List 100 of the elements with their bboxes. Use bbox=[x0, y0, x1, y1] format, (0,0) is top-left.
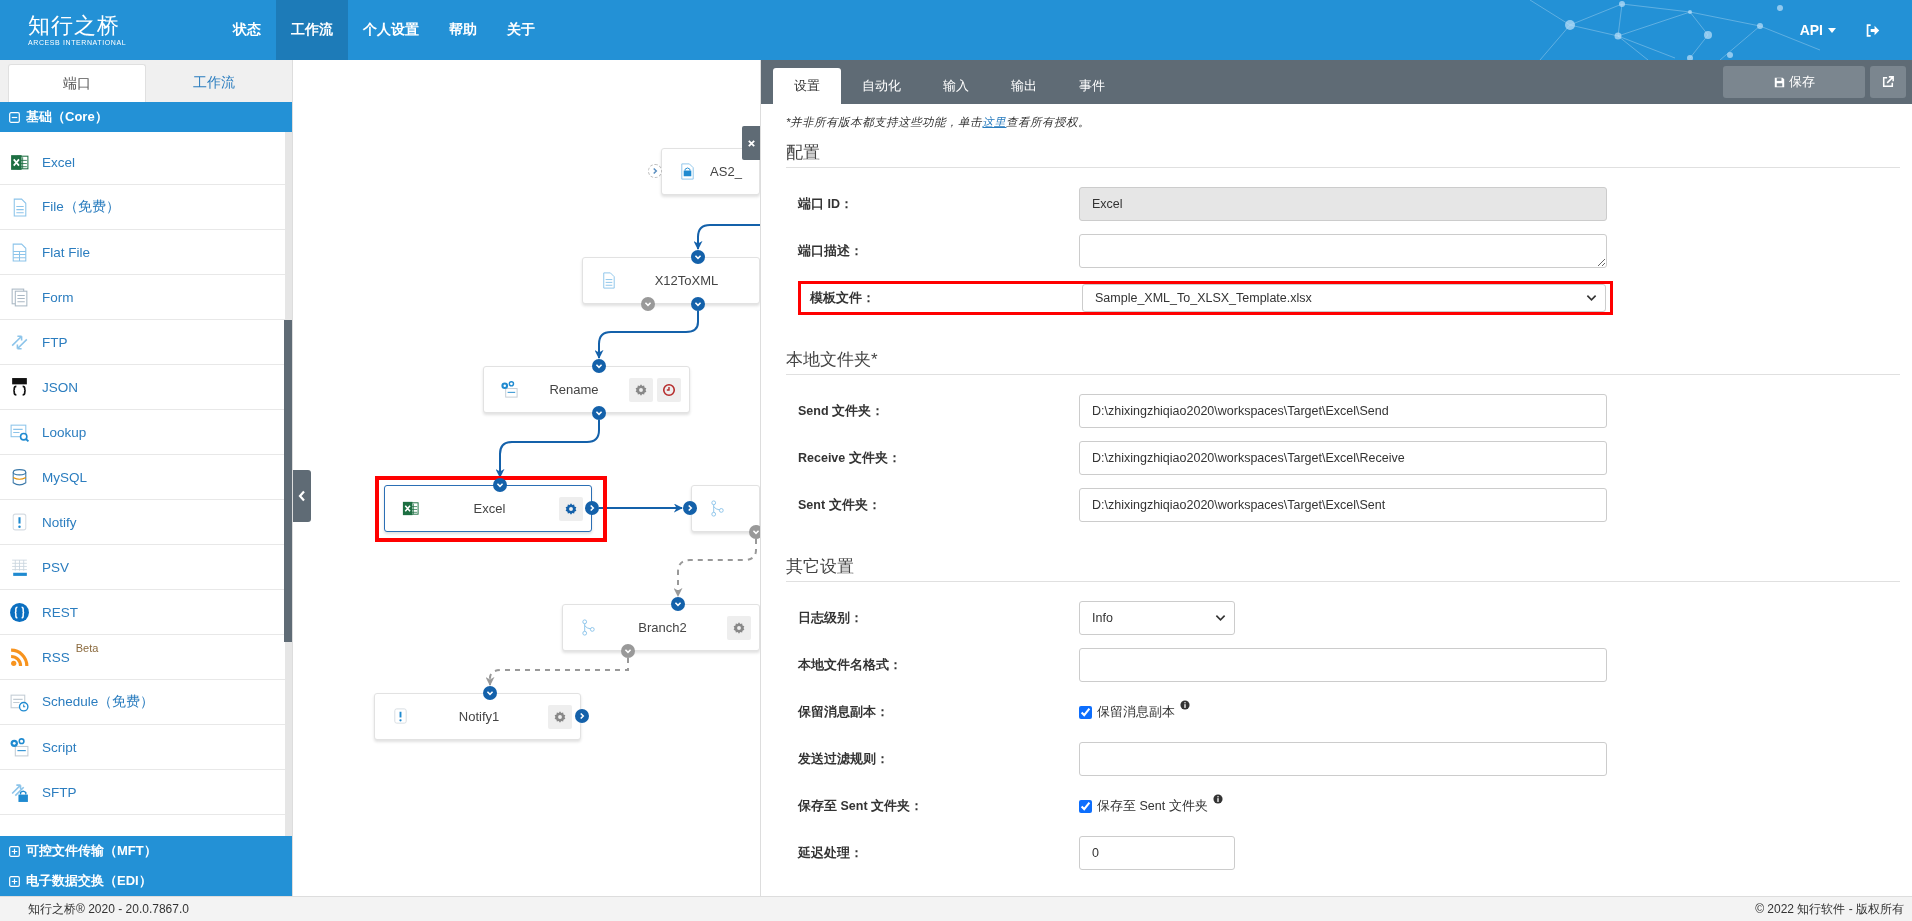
checkbox-label: 保留消息副本 bbox=[1097, 703, 1175, 721]
category-label: 电子数据交换（EDI） bbox=[26, 872, 152, 890]
section-heading: 其它设置 bbox=[786, 553, 1900, 582]
panel-tab[interactable]: 事件 bbox=[1058, 68, 1126, 104]
node-label: AS2_ bbox=[709, 164, 743, 179]
workflow-node[interactable]: X12ToXML bbox=[582, 257, 760, 304]
scrollbar-thumb[interactable] bbox=[284, 320, 292, 642]
dropdown-field[interactable]: Info bbox=[1079, 601, 1235, 635]
settings-button[interactable] bbox=[559, 496, 583, 521]
info-icon[interactable] bbox=[1180, 699, 1190, 710]
text-field[interactable]: D:\zhixingzhiqiao2020\workspaces\Target\Excel\Send bbox=[1079, 394, 1607, 428]
field-label: 延迟处理： bbox=[798, 844, 864, 862]
field-label: 模板文件： bbox=[810, 289, 876, 307]
close-icon bbox=[746, 138, 756, 148]
text-field[interactable]: D:\zhixingzhiqiao2020\workspaces\Target\Excel\Receive bbox=[1079, 441, 1607, 475]
settings-button[interactable] bbox=[629, 377, 653, 402]
copyright-text: © 2022 知行软件 - 版权所有 bbox=[1755, 900, 1904, 918]
forms-icon bbox=[9, 286, 30, 308]
nav-link[interactable]: 状态 bbox=[218, 0, 276, 60]
port-handle[interactable] bbox=[483, 686, 497, 700]
chevron-down-icon bbox=[1215, 614, 1226, 622]
port-handle[interactable] bbox=[621, 644, 635, 658]
field-label: 保存至 Sent 文件夹： bbox=[798, 797, 925, 815]
branch-icon bbox=[579, 618, 598, 637]
schedule-button[interactable] bbox=[657, 377, 681, 402]
license-note: *并非所有版本都支持这些功能，单击这里查看所有授权。 bbox=[786, 115, 1092, 130]
section-heading: 本地文件夹* bbox=[786, 346, 1900, 375]
sidebar-tab[interactable]: 工作流 bbox=[146, 64, 282, 102]
port-handle[interactable] bbox=[592, 406, 606, 420]
text-field[interactable]: D:\zhixingzhiqiao2020\workspaces\Target\Excel\Sent bbox=[1079, 488, 1607, 522]
gears-icon bbox=[9, 736, 30, 758]
workflow-node[interactable]: Notify1 bbox=[374, 693, 581, 740]
field-label: 发送过滤规则： bbox=[798, 750, 890, 768]
port-handle[interactable] bbox=[575, 709, 589, 723]
category-label: 可控文件传输（MFT） bbox=[26, 842, 157, 860]
text-field[interactable]: 0 bbox=[1079, 836, 1235, 870]
port-handle[interactable] bbox=[683, 501, 697, 515]
node-label: X12ToXML bbox=[653, 273, 720, 288]
settings-button[interactable] bbox=[548, 704, 572, 729]
gears-icon bbox=[500, 380, 519, 399]
gear-icon bbox=[553, 709, 567, 724]
port-handle[interactable] bbox=[585, 501, 599, 515]
category-header[interactable]: 可控文件传输（MFT） bbox=[0, 836, 292, 866]
node-label: Rename bbox=[548, 382, 600, 397]
panel-tab[interactable]: 输出 bbox=[990, 68, 1058, 104]
sidebar-tab[interactable]: 端口 bbox=[8, 64, 146, 102]
gear-icon bbox=[564, 501, 578, 516]
workflow-node[interactable]: Rename bbox=[483, 366, 690, 413]
api-menu[interactable]: API bbox=[1799, 22, 1836, 38]
info-icon[interactable] bbox=[1212, 793, 1223, 804]
category-header[interactable]: 电子数据交换（EDI） bbox=[0, 866, 292, 896]
port-handle[interactable] bbox=[641, 297, 655, 311]
field-label: Send 文件夹： bbox=[798, 402, 886, 420]
node-label: Branch2 bbox=[637, 620, 688, 635]
port-handle[interactable] bbox=[648, 164, 662, 178]
version-text: 知行之桥® 2020 - 20.0.7867.0 bbox=[28, 900, 189, 918]
panel-tab[interactable]: 设置 bbox=[773, 68, 841, 104]
category-label: 基础（Core） bbox=[26, 108, 108, 126]
settings-button[interactable] bbox=[727, 615, 751, 640]
collapse-sidebar-button[interactable] bbox=[293, 470, 311, 522]
port-handle[interactable] bbox=[691, 297, 705, 311]
nav-link[interactable]: 帮助 bbox=[434, 0, 492, 60]
chevron-left-icon bbox=[298, 490, 306, 502]
gear-icon bbox=[634, 382, 648, 397]
field-label: Receive 文件夹： bbox=[798, 449, 902, 467]
workflow-node[interactable]: AS2_ bbox=[661, 148, 760, 195]
nav-link[interactable]: 关于 bbox=[492, 0, 550, 60]
nav-link[interactable]: 个人设置 bbox=[348, 0, 434, 60]
node-label: Excel bbox=[472, 501, 507, 516]
workflow-node[interactable]: Excel bbox=[384, 485, 592, 532]
close-button[interactable] bbox=[742, 126, 760, 160]
text-field[interactable] bbox=[1079, 742, 1607, 776]
branch-icon bbox=[708, 499, 727, 518]
port-handle[interactable] bbox=[592, 359, 606, 373]
panel-tab[interactable]: 自动化 bbox=[841, 68, 922, 104]
open-external-button[interactable] bbox=[1870, 66, 1906, 98]
lock-document-icon bbox=[678, 162, 697, 181]
logout-icon[interactable] bbox=[1866, 23, 1880, 37]
braces-circle-icon bbox=[9, 601, 30, 623]
port-handle[interactable] bbox=[493, 478, 507, 492]
checkbox[interactable] bbox=[1079, 799, 1092, 813]
checkbox[interactable] bbox=[1079, 705, 1092, 719]
lock-transfer-icon bbox=[9, 781, 30, 803]
workflow-node[interactable] bbox=[691, 485, 760, 532]
panel-tab[interactable]: 输入 bbox=[922, 68, 990, 104]
chevron-down-icon bbox=[1586, 294, 1597, 302]
dropdown-field[interactable]: Sample_XML_To_XLSX_Template.xlsx bbox=[1082, 284, 1606, 312]
braces-icon bbox=[9, 376, 30, 398]
node-label: Notify1 bbox=[457, 709, 501, 724]
gear-icon bbox=[732, 620, 746, 635]
category-header[interactable]: 基础（Core） bbox=[0, 102, 292, 132]
port-handle[interactable] bbox=[671, 597, 685, 611]
text-field[interactable] bbox=[1079, 648, 1607, 682]
workflow-node[interactable]: Branch2 bbox=[562, 604, 760, 651]
nav-link[interactable]: 工作流 bbox=[276, 0, 348, 60]
port-handle[interactable] bbox=[691, 250, 705, 264]
license-link[interactable]: 这里 bbox=[982, 116, 1007, 128]
connector-arrow bbox=[693, 224, 760, 250]
save-button[interactable]: 保存 bbox=[1723, 66, 1865, 98]
field-label: 日志级别： bbox=[798, 609, 864, 627]
